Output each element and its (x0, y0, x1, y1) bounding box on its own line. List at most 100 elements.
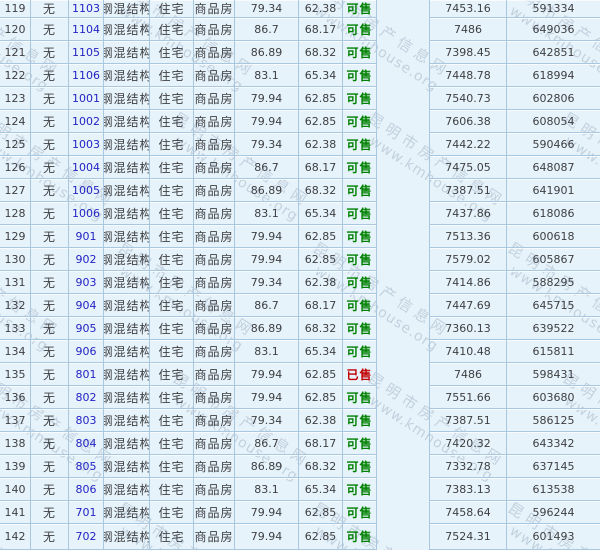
mortgage-mark-cell: 无 (31, 432, 69, 455)
room-number-link[interactable]: 1104 (69, 18, 104, 41)
room-number-link[interactable]: 1106 (69, 64, 104, 87)
unit-price-cell: 7486 (430, 363, 507, 386)
build-area-cell: 83.1 (235, 478, 299, 501)
empty-cell (377, 202, 430, 225)
room-number-link[interactable]: 801 (69, 363, 104, 386)
build-area-cell: 86.7 (235, 294, 299, 317)
category-cell: 商品房 (194, 202, 235, 225)
empty-cell (377, 64, 430, 87)
category-cell: 商品房 (194, 294, 235, 317)
table-row: 128 无 1006 钢混结构 住宅 商品房 83.1 65.34 可售 743… (0, 202, 600, 225)
empty-cell (377, 455, 430, 478)
room-number-link[interactable]: 1004 (69, 156, 104, 179)
table-row: 121 无 1105 钢混结构 住宅 商品房 86.89 68.32 可售 73… (0, 41, 600, 64)
build-area-cell: 86.7 (235, 156, 299, 179)
room-number-link[interactable]: 1103 (69, 0, 104, 18)
empty-cell (377, 271, 430, 294)
room-number-link[interactable]: 903 (69, 271, 104, 294)
total-amount-cell: 586125 (507, 409, 600, 432)
inner-area-cell: 65.34 (299, 478, 343, 501)
total-amount-cell: 643342 (507, 432, 600, 455)
room-number-link[interactable]: 905 (69, 317, 104, 340)
mortgage-mark-cell: 无 (31, 363, 69, 386)
empty-cell (377, 133, 430, 156)
empty-cell (377, 87, 430, 110)
total-amount-cell: 591334 (507, 0, 600, 18)
table-row: 141 无 701 钢混结构 住宅 商品房 79.94 62.85 可售 745… (0, 501, 600, 524)
total-amount-cell: 600618 (507, 225, 600, 248)
row-number: 129 (0, 225, 31, 248)
mortgage-mark-cell: 无 (31, 317, 69, 340)
status-badge: 可售 (343, 340, 377, 363)
build-area-cell: 79.94 (235, 110, 299, 133)
usage-cell: 住宅 (150, 156, 194, 179)
usage-cell: 住宅 (150, 386, 194, 409)
status-badge: 可售 (343, 110, 377, 133)
mortgage-mark-cell: 无 (31, 64, 69, 87)
room-number-link[interactable]: 702 (69, 524, 104, 550)
inner-area-cell: 62.85 (299, 87, 343, 110)
room-number-link[interactable]: 701 (69, 501, 104, 524)
build-area-cell: 79.34 (235, 409, 299, 432)
structure-cell: 钢混结构 (104, 0, 150, 18)
room-number-link[interactable]: 904 (69, 294, 104, 317)
room-number-link[interactable]: 1006 (69, 202, 104, 225)
room-number-link[interactable]: 906 (69, 340, 104, 363)
empty-cell (377, 478, 430, 501)
table-row: 134 无 906 钢混结构 住宅 商品房 83.1 65.34 可售 7410… (0, 340, 600, 363)
room-number-link[interactable]: 802 (69, 386, 104, 409)
status-badge: 已售 (343, 363, 377, 386)
structure-cell: 钢混结构 (104, 248, 150, 271)
mortgage-mark-cell: 无 (31, 41, 69, 64)
status-badge: 可售 (343, 18, 377, 41)
empty-cell (377, 0, 430, 18)
row-number: 131 (0, 271, 31, 294)
category-cell: 商品房 (194, 340, 235, 363)
room-number-link[interactable]: 1002 (69, 110, 104, 133)
category-cell: 商品房 (194, 87, 235, 110)
table-row: 140 无 806 钢混结构 住宅 商品房 83.1 65.34 可售 7383… (0, 478, 600, 501)
build-area-cell: 79.94 (235, 386, 299, 409)
category-cell: 商品房 (194, 18, 235, 41)
total-amount-cell: 618994 (507, 64, 600, 87)
usage-cell: 住宅 (150, 478, 194, 501)
unit-price-cell: 7442.22 (430, 133, 507, 156)
usage-cell: 住宅 (150, 409, 194, 432)
room-number-link[interactable]: 803 (69, 409, 104, 432)
room-number-link[interactable]: 805 (69, 455, 104, 478)
room-number-link[interactable]: 806 (69, 478, 104, 501)
room-number-link[interactable]: 1001 (69, 87, 104, 110)
total-amount-cell: 642851 (507, 41, 600, 64)
room-number-link[interactable]: 1005 (69, 179, 104, 202)
table-row: 120 无 1104 钢混结构 住宅 商品房 86.7 68.17 可售 748… (0, 18, 600, 41)
row-number: 142 (0, 524, 31, 550)
total-amount-cell: 590466 (507, 133, 600, 156)
total-amount-cell: 598431 (507, 363, 600, 386)
structure-cell: 钢混结构 (104, 87, 150, 110)
table-row: 122 无 1106 钢混结构 住宅 商品房 83.1 65.34 可售 744… (0, 64, 600, 87)
category-cell: 商品房 (194, 501, 235, 524)
status-badge: 可售 (343, 133, 377, 156)
unit-price-cell: 7387.51 (430, 179, 507, 202)
unit-price-cell: 7414.86 (430, 271, 507, 294)
row-number: 125 (0, 133, 31, 156)
category-cell: 商品房 (194, 271, 235, 294)
build-area-cell: 79.94 (235, 225, 299, 248)
inner-area-cell: 65.34 (299, 202, 343, 225)
inner-area-cell: 68.17 (299, 294, 343, 317)
room-number-link[interactable]: 902 (69, 248, 104, 271)
total-amount-cell: 602806 (507, 87, 600, 110)
category-cell: 商品房 (194, 363, 235, 386)
room-number-link[interactable]: 1003 (69, 133, 104, 156)
status-badge: 可售 (343, 87, 377, 110)
usage-cell: 住宅 (150, 0, 194, 18)
room-number-link[interactable]: 1105 (69, 41, 104, 64)
build-area-cell: 86.89 (235, 317, 299, 340)
category-cell: 商品房 (194, 524, 235, 550)
unit-price-cell: 7579.02 (430, 248, 507, 271)
empty-cell (377, 18, 430, 41)
room-number-link[interactable]: 901 (69, 225, 104, 248)
usage-cell: 住宅 (150, 524, 194, 550)
room-number-link[interactable]: 804 (69, 432, 104, 455)
mortgage-mark-cell: 无 (31, 225, 69, 248)
